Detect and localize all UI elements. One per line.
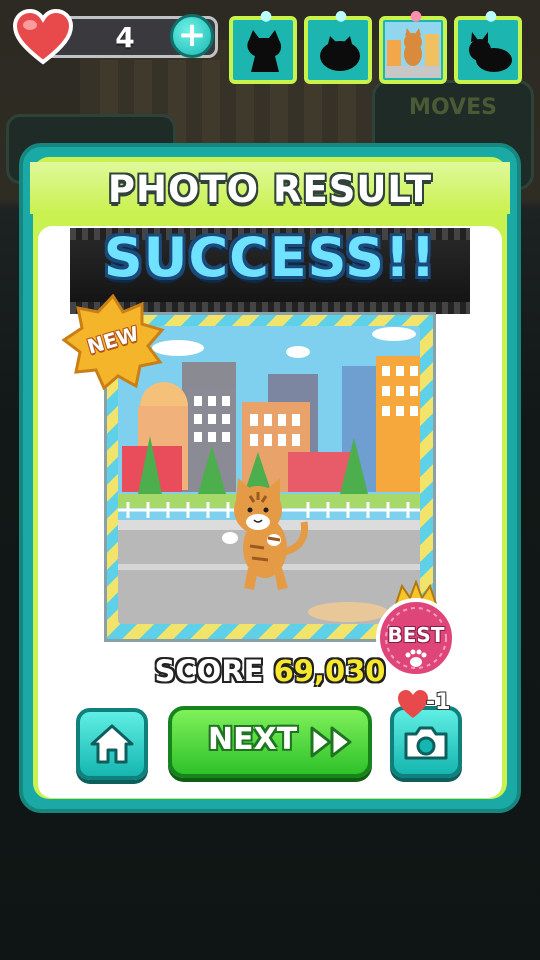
home-button[interactable] bbox=[76, 708, 148, 780]
next-button-label: NEXT bbox=[208, 722, 298, 757]
heart-icon bbox=[12, 8, 74, 65]
cat-slot-1[interactable]: ● bbox=[229, 8, 297, 84]
cat-slot-2[interactable]: ● bbox=[304, 8, 372, 84]
cat-slot-4[interactable]: ● bbox=[454, 8, 522, 84]
fast-forward-icon bbox=[310, 726, 352, 758]
dialog-title: PHOTO RESULT bbox=[107, 168, 433, 211]
heart-cost-icon bbox=[398, 690, 428, 718]
add-lives-button[interactable]: + bbox=[170, 14, 214, 58]
paw-pin-icon: ● bbox=[484, 8, 498, 24]
lives-count: 4 bbox=[115, 21, 135, 54]
cat-slot-3[interactable]: ● bbox=[379, 8, 447, 84]
paw-pin-icon: ● bbox=[334, 8, 348, 24]
paw-pin-icon: ● bbox=[259, 8, 273, 24]
cat-silhouette-icon bbox=[247, 30, 282, 72]
cat-curled-silhouette-icon bbox=[320, 36, 360, 71]
score-value: 69,030 bbox=[273, 654, 386, 688]
cat-photo-thumbnail bbox=[385, 22, 441, 78]
best-badge-label: BEST bbox=[387, 623, 445, 647]
moves-label: MOVES bbox=[409, 95, 497, 120]
cat-lying-silhouette-icon bbox=[469, 32, 512, 72]
score-row: SCORE 69,030 bbox=[110, 654, 430, 688]
home-icon bbox=[90, 724, 134, 764]
next-button[interactable]: NEXT bbox=[168, 706, 372, 778]
plus-icon: + bbox=[177, 14, 207, 55]
success-text: SUCCESS!! bbox=[103, 226, 437, 289]
score-label: SCORE bbox=[154, 654, 264, 688]
retake-cost: -1 bbox=[426, 690, 451, 715]
